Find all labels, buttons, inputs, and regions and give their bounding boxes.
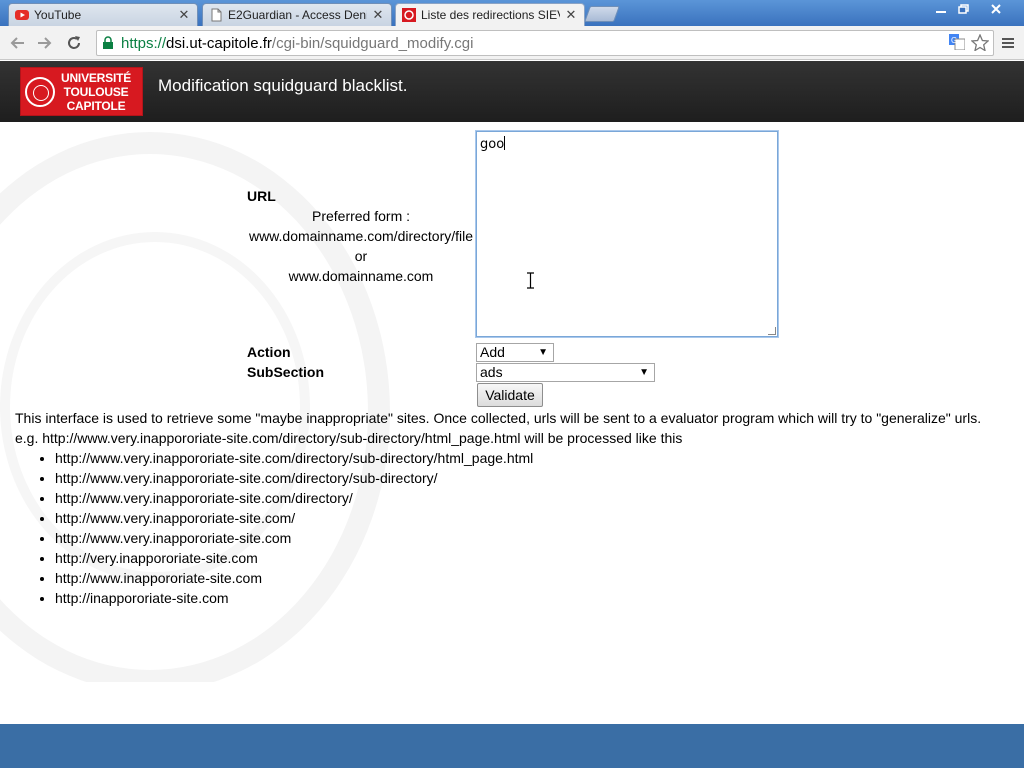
description-text: This interface is used to retrieve some … — [15, 408, 1015, 448]
tab-title: Liste des redirections SIEV — [421, 8, 560, 22]
close-icon[interactable]: ✕ — [177, 7, 191, 23]
list-item: http://www.very.inappororiate-site.com/ — [55, 508, 533, 528]
subsection-label: SubSection — [247, 364, 325, 380]
action-label: Action — [247, 344, 291, 360]
site-header: UNIVERSITÉ TOULOUSE CAPITOLE — [0, 61, 1024, 122]
seal-icon — [25, 76, 55, 107]
footer-bar — [0, 724, 1024, 768]
list-item: http://www.very.inappororiate-site.com — [55, 528, 533, 548]
new-tab-button[interactable] — [584, 6, 620, 22]
star-icon[interactable] — [971, 34, 989, 51]
url-textarea-value: goo — [480, 137, 505, 152]
subsection-select-value: ads — [480, 364, 503, 380]
page-title: Modification squidguard blacklist. — [158, 76, 408, 95]
url-host: dsi.ut-capitole.fr — [166, 34, 272, 52]
example-url-list: http://www.very.inappororiate-site.com/d… — [55, 448, 533, 608]
back-icon[interactable] — [5, 31, 29, 55]
translate-icon[interactable]: G — [949, 34, 965, 50]
chrome-menu-icon[interactable] — [1000, 33, 1016, 53]
url-scheme: https:// — [121, 34, 167, 52]
text-cursor-icon — [527, 272, 534, 289]
subsection-select[interactable]: ads ▼ — [476, 363, 655, 382]
address-bar[interactable]: https://dsi.ut-capitole.fr/cgi-bin/squid… — [96, 30, 994, 56]
tab-redirections[interactable]: Liste des redirections SIEV ✕ — [395, 3, 585, 26]
list-item: http://www.very.inappororiate-site.com/d… — [55, 468, 533, 488]
url-path: /cgi-bin/squidguard_modify.cgi — [271, 34, 474, 52]
description-line-1: This interface is used to retrieve some … — [15, 410, 982, 426]
forward-icon[interactable] — [33, 31, 57, 55]
url-textarea[interactable]: goo — [475, 130, 779, 338]
dropdown-arrow-icon: ▼ — [639, 367, 649, 378]
page-icon — [211, 8, 222, 22]
tab-e2guardian[interactable]: E2Guardian - Access Denie ✕ — [202, 3, 392, 26]
list-item: http://www.inappororiate-site.com — [55, 568, 533, 588]
description-line-2: e.g. http://www.very.inappororiate-site.… — [15, 430, 683, 446]
action-select[interactable]: Add ▼ — [476, 343, 554, 362]
url-label: URL — [247, 188, 276, 204]
tab-title: YouTube — [34, 8, 82, 22]
text-caret — [504, 136, 506, 150]
validate-button[interactable]: Validate — [477, 383, 543, 407]
logo-text: UNIVERSITÉ TOULOUSE CAPITOLE — [61, 70, 132, 113]
dropdown-arrow-icon: ▼ — [538, 347, 548, 358]
tab-strip: YouTube ✕ E2Guardian - Access Denie ✕ Li… — [0, 0, 1024, 26]
close-icon[interactable]: ✕ — [564, 7, 578, 23]
tab-title: E2Guardian - Access Denie — [228, 8, 367, 22]
list-item: http://www.very.inappororiate-site.com/d… — [55, 488, 533, 508]
list-item: http://www.very.inappororiate-site.com/d… — [55, 448, 533, 468]
tab-youtube[interactable]: YouTube ✕ — [8, 3, 198, 26]
action-select-value: Add — [480, 344, 505, 360]
close-icon[interactable]: ✕ — [371, 7, 385, 23]
list-item: http://very.inappororiate-site.com — [55, 548, 533, 568]
resize-grip-icon[interactable] — [768, 327, 776, 335]
reload-icon[interactable] — [62, 31, 86, 55]
lock-icon — [103, 36, 113, 49]
url-hint: Preferred form : www.domainname.com/dire… — [248, 208, 474, 284]
ut-capitole-icon — [402, 8, 416, 22]
svg-text:G: G — [951, 36, 957, 45]
list-item: http://inappororiate-site.com — [55, 588, 533, 608]
browser-toolbar: https://dsi.ut-capitole.fr/cgi-bin/squid… — [0, 26, 1024, 60]
youtube-icon — [15, 10, 29, 20]
university-logo[interactable]: UNIVERSITÉ TOULOUSE CAPITOLE — [20, 67, 143, 116]
close-window-icon[interactable] — [974, 0, 1018, 18]
